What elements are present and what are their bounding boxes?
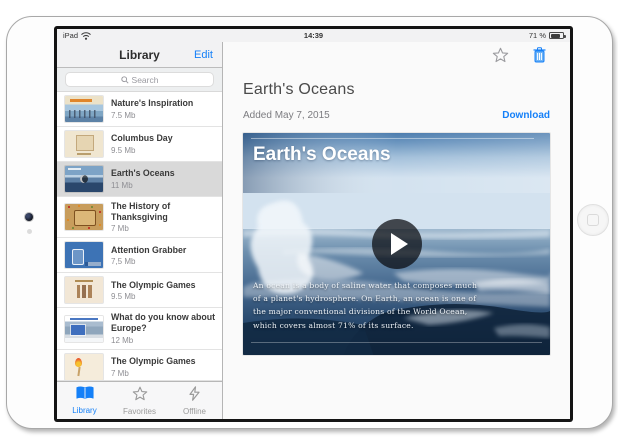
download-link[interactable]: Download [502,110,550,121]
list-item-size: 7,5 Mb [111,257,136,267]
edit-button[interactable]: Edit [194,49,213,61]
lightning-icon [189,385,200,406]
video-caption: An ocean is a body of saline water that … [253,279,477,332]
video-player[interactable]: Earth's Oceans An ocean is a body of sal… [243,133,550,355]
search-bar: Search [57,68,222,92]
list-item-thumbnail [65,166,103,192]
tab-favorites[interactable]: Favorites [112,382,167,419]
list-item-thumbnail [65,204,103,231]
caption-line: which covers almost 71% of its surface. [253,320,414,330]
list-item[interactable]: The Olympic Games 7 Mb [57,350,222,380]
list-item[interactable]: The History of Thanksgiving 7 Mb [57,197,222,239]
slide-bottom-line [251,342,542,343]
front-camera [25,213,33,221]
video-slide-title: Earth's Oceans [253,144,391,165]
list-item[interactable]: Nature's Inspiration 7.5 Mb [57,92,222,127]
list-item-title: Columbus Day [111,133,173,144]
list-item-text: Earth's Oceans 11 Mb [111,168,175,189]
content-toolbar [243,42,550,68]
home-button[interactable] [577,204,609,236]
list-item-thumbnail [65,96,103,122]
list-item-title: The Olympic Games [111,279,196,290]
list-item-size: 7.5 Mb [111,110,136,120]
list-item-text: What do you know about Europe? 12 Mb [111,312,216,344]
search-placeholder: Search [131,74,159,85]
list-item-size: 9.5 Mb [111,292,136,302]
caption-line: the major conventional divisions of the … [253,307,468,317]
play-button[interactable] [371,219,422,269]
screen-bezel: iPad 14:39 71 % Library Edit Search Natu… [54,26,573,422]
tab-label: Offline [183,406,206,416]
library-list: Nature's Inspiration 7.5 Mb Columbus Day 9.… [57,92,222,381]
star-icon [132,386,148,406]
list-item-text: Attention Grabber 7,5 Mb [111,245,186,266]
list-item-title: What do you know about Europe? [111,312,216,334]
list-item-title: The History of Thanksgiving [111,201,171,222]
status-bar: iPad 14:39 71 % [57,29,570,42]
list-item-text: Nature's Inspiration 7.5 Mb [111,98,193,119]
tab-label: Library [72,406,97,415]
caption-line: of a planet's hydrosphere. On Earth, an … [253,294,477,304]
book-icon [75,386,94,405]
page-title: Earth's Oceans [243,81,355,98]
list-item-title: Earth's Oceans [111,168,175,179]
caption-line: An ocean is a body of saline water that … [253,280,478,290]
ambient-light-sensor [27,229,32,234]
list-item-size: 11 Mb [111,180,133,190]
trash-icon[interactable] [533,47,546,63]
wifi-icon [81,31,91,40]
play-icon [390,233,408,255]
display: iPad 14:39 71 % Library Edit Search Natu… [57,29,570,419]
home-button-glyph [587,214,599,226]
list-item-size: 7 Mb [111,368,129,378]
list-item-thumbnail [65,242,103,269]
list-item-thumbnail [65,277,103,304]
battery-percent-label: 71 % [528,31,546,40]
sidebar: Library Edit Search Nature's Inspiration… [57,42,223,419]
list-item-text: Columbus Day 9.5 Mb [111,133,173,154]
favorite-star-icon[interactable] [492,47,509,63]
list-item-size: 9.5 Mb [111,145,136,155]
list-item-text: The Olympic Games 9.5 Mb [111,280,196,301]
list-item[interactable]: The Olympic Games 9.5 Mb [57,273,222,309]
added-date: Added May 7, 2015 [243,110,330,121]
slide-divider-line [251,138,534,139]
tab-bar: Library Favorites Offline [57,381,222,419]
list-item-text: The History of Thanksgiving 7 Mb [111,201,216,233]
tab-offline[interactable]: Offline [167,382,222,419]
carrier-label: iPad [63,31,79,40]
list-item[interactable]: Attention Grabber 7,5 Mb [57,238,222,274]
search-icon [120,75,129,84]
list-item[interactable]: Earth's Oceans 11 Mb [57,162,222,197]
ipad-device: iPad 14:39 71 % Library Edit Search Natu… [6,16,613,429]
tab-label: Favorites [123,406,156,416]
list-item-title: Nature's Inspiration [111,98,194,109]
list-item[interactable]: What do you know about Europe? 12 Mb [57,308,222,350]
list-item-thumbnail [65,131,103,157]
list-item[interactable]: Columbus Day 9.5 Mb [57,127,222,162]
search-input[interactable]: Search [65,72,214,87]
sidebar-header: Library Edit [57,42,222,68]
list-item-size: 7 Mb [111,224,129,234]
tab-library[interactable]: Library [57,382,112,419]
list-item-title: The Olympic Games [111,356,196,367]
battery-icon [549,32,566,39]
list-item-title: Attention Grabber [111,244,187,255]
list-item-text: The Olympic Games 7 Mb [111,356,196,377]
list-item-thumbnail [65,315,103,342]
list-item-thumbnail [65,353,103,380]
list-item-size: 12 Mb [111,335,134,345]
content-pane: Earth's Oceans Added May 7, 2015 Downloa… [223,42,570,419]
clock: 14:39 [303,31,324,40]
